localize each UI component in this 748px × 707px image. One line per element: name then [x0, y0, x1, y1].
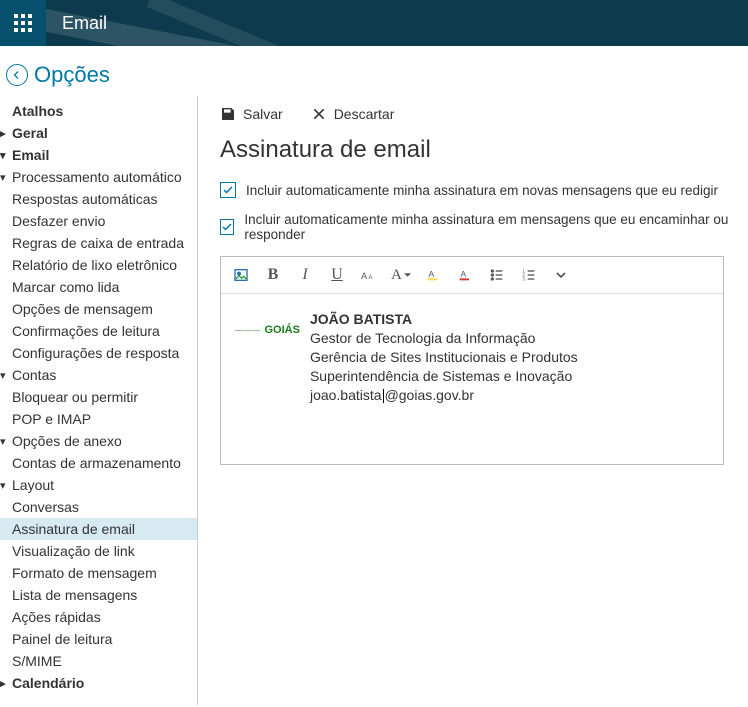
sidebar-item-pop-imap[interactable]: POP e IMAP [0, 408, 197, 430]
chevron-down-icon [553, 267, 569, 283]
sidebar-item-reading-pane[interactable]: Painel de leitura [0, 628, 197, 650]
sidebar-item-auto-processing[interactable]: Processamento automático [0, 166, 197, 188]
sidebar-item-message-options[interactable]: Opções de mensagem [0, 298, 197, 320]
save-label: Salvar [243, 106, 283, 122]
bullet-list-icon [489, 267, 505, 283]
signature-logo: ——— GOIÁS [235, 324, 300, 336]
sidebar-item-reply-settings[interactable]: Configurações de resposta [0, 342, 197, 364]
insert-image-button[interactable] [231, 265, 251, 285]
app-launcher-button[interactable] [0, 0, 46, 46]
signature-line3: Superintendência de Sistemas e Inovação [310, 367, 578, 386]
back-to-options[interactable]: Opções [0, 46, 748, 96]
logo-mark: ——— [235, 326, 261, 335]
sidebar-item-email-signature[interactable]: Assinatura de email [0, 518, 197, 540]
numbered-list-button[interactable]: 123 [519, 265, 539, 285]
sidebar-item-layout[interactable]: Layout [0, 474, 197, 496]
font-size-button[interactable]: AA [359, 265, 379, 285]
main-panel: Salvar Descartar Assinatura de email Inc… [198, 96, 748, 705]
signature-content[interactable]: ——— GOIÁS JOÃO BATISTA Gestor de Tecnolo… [221, 294, 723, 464]
page-title: Assinatura de email [220, 136, 730, 164]
discard-label: Descartar [334, 106, 395, 122]
sidebar-item-accounts[interactable]: Contas [0, 364, 197, 386]
font-family-button[interactable]: A [391, 265, 411, 285]
sidebar-item-link-preview[interactable]: Visualização de link [0, 540, 197, 562]
sidebar-item-storage-accounts[interactable]: Contas de armazenamento [0, 452, 197, 474]
svg-text:A: A [368, 275, 372, 281]
underline-button[interactable]: U [327, 265, 347, 285]
back-label: Opções [34, 62, 110, 88]
signature-email: joao.batista@goias.gov.br [310, 386, 578, 405]
save-button[interactable]: Salvar [220, 106, 283, 122]
sidebar-item-auto-replies[interactable]: Respostas automáticas [0, 188, 197, 210]
svg-text:A: A [361, 271, 368, 281]
font-size-icon: AA [361, 267, 377, 283]
sidebar-item-email[interactable]: Email [0, 144, 197, 166]
highlight-icon: A [425, 267, 441, 283]
font-color-icon: A [457, 267, 473, 283]
back-arrow-icon [6, 64, 28, 86]
options-sidebar: Atalhos Geral Email Processamento automá… [0, 96, 198, 705]
top-bar: Email [0, 0, 748, 46]
logo-text: GOIÁS [265, 324, 300, 336]
editor-toolbar: B I U AA A A A [221, 257, 723, 294]
sidebar-item-block-allow[interactable]: Bloquear ou permitir [0, 386, 197, 408]
sidebar-item-message-list[interactable]: Lista de mensagens [0, 584, 197, 606]
numbered-list-icon: 123 [521, 267, 537, 283]
waffle-icon [14, 14, 32, 32]
sidebar-item-quick-actions[interactable]: Ações rápidas [0, 606, 197, 628]
chevron-down-icon [404, 267, 411, 283]
sidebar-item-inbox-rules[interactable]: Regras de caixa de entrada [0, 232, 197, 254]
bold-button[interactable]: B [263, 265, 283, 285]
signature-editor: B I U AA A A A [220, 256, 724, 465]
signature-line1: Gestor de Tecnologia da Informação [310, 329, 578, 348]
bullet-list-button[interactable] [487, 265, 507, 285]
signature-name: JOÃO BATISTA [310, 310, 578, 329]
sidebar-item-conversations[interactable]: Conversas [0, 496, 197, 518]
sidebar-item-shortcuts[interactable]: Atalhos [0, 100, 197, 122]
sidebar-item-read-receipts[interactable]: Confirmações de leitura [0, 320, 197, 342]
svg-text:A: A [428, 269, 434, 279]
highlight-color-button[interactable]: A [423, 265, 443, 285]
discard-button[interactable]: Descartar [311, 106, 395, 122]
checkbox-label: Incluir automaticamente minha assinatura… [244, 212, 730, 242]
font-family-icon: A [391, 267, 402, 284]
svg-text:A: A [460, 269, 466, 279]
checkbox-icon [220, 182, 236, 198]
discard-icon [311, 106, 327, 122]
checkbox-include-forward-reply[interactable]: Incluir automaticamente minha assinatura… [220, 212, 730, 242]
sidebar-item-junk-report[interactable]: Relatório de lixo eletrônico [0, 254, 197, 276]
font-color-button[interactable]: A [455, 265, 475, 285]
text-cursor [383, 389, 384, 403]
more-formatting-button[interactable] [551, 265, 571, 285]
save-icon [220, 106, 236, 122]
signature-text-block: JOÃO BATISTA Gestor de Tecnologia da Inf… [310, 310, 578, 404]
checkbox-label: Incluir automaticamente minha assinatura… [246, 183, 718, 198]
app-title: Email [62, 13, 107, 34]
checkbox-icon [220, 219, 234, 235]
sidebar-item-general[interactable]: Geral [0, 122, 197, 144]
sidebar-item-smime[interactable]: S/MIME [0, 650, 197, 672]
sidebar-item-mark-read[interactable]: Marcar como lida [0, 276, 197, 298]
sidebar-item-undo-send[interactable]: Desfazer envio [0, 210, 197, 232]
checkbox-include-new[interactable]: Incluir automaticamente minha assinatura… [220, 182, 730, 198]
svg-text:3: 3 [522, 276, 525, 281]
image-icon [233, 267, 249, 283]
signature-line2: Gerência de Sites Institucionais e Produ… [310, 348, 578, 367]
sidebar-item-calendar[interactable]: Calendário [0, 672, 197, 694]
sidebar-item-message-format[interactable]: Formato de mensagem [0, 562, 197, 584]
sidebar-item-attachment-options[interactable]: Opções de anexo [0, 430, 197, 452]
italic-button[interactable]: I [295, 265, 315, 285]
